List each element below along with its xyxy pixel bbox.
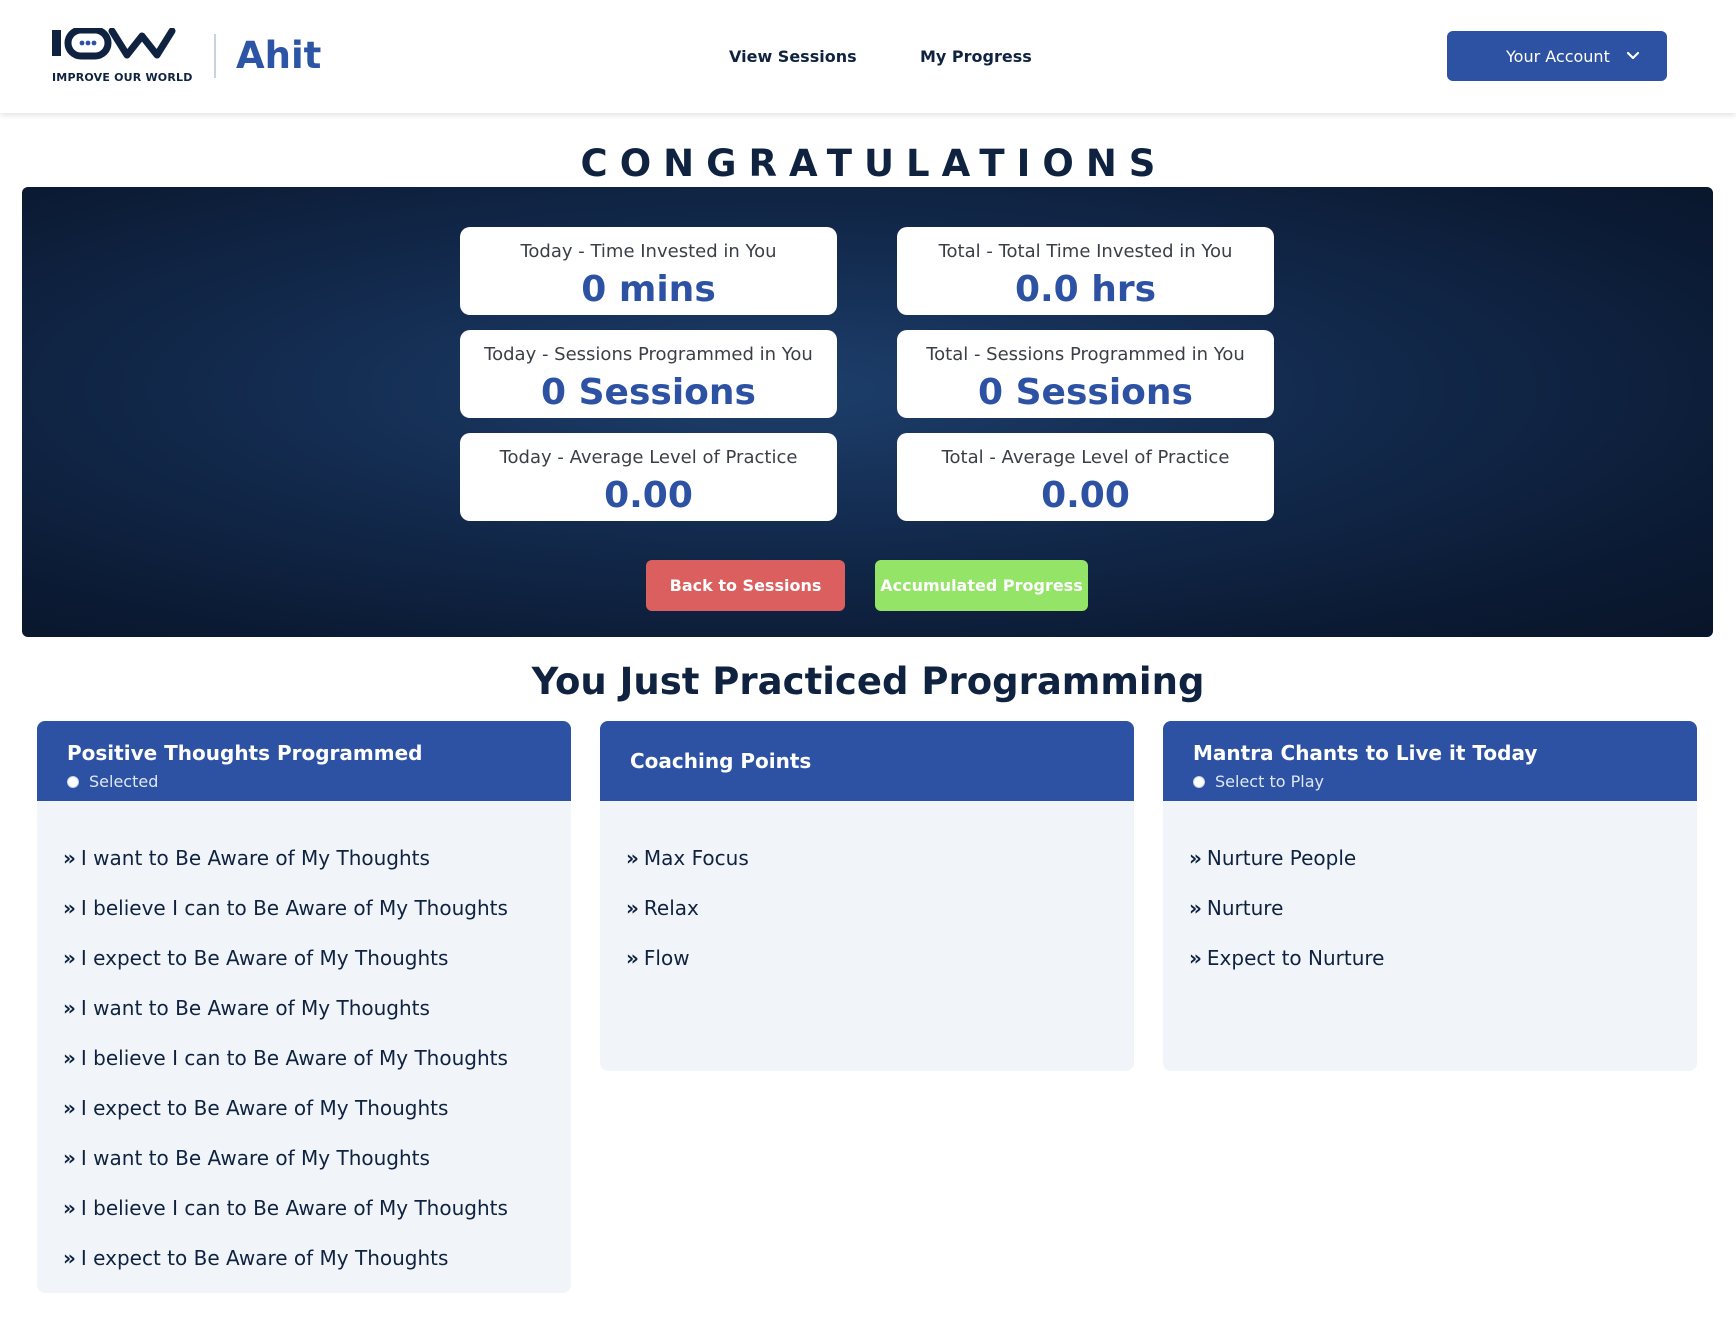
- stat-label: Today - Average Level of Practice: [499, 447, 798, 468]
- list-item: » I believe I can to Be Aware of My Thoug…: [63, 895, 571, 945]
- nav-my-progress[interactable]: My Progress: [920, 47, 1032, 66]
- mantra-chants-panel: Mantra Chants to Live it Today Select to…: [1163, 721, 1697, 1071]
- list-item: » I want to Be Aware of My Thoughts: [63, 845, 571, 895]
- bullet: »: [63, 1196, 76, 1220]
- panel-header: Positive Thoughts Programmed Selected: [37, 721, 571, 801]
- bullet: »: [63, 996, 76, 1020]
- list-item: » I believe I can to Be Aware of My Thoug…: [63, 1195, 571, 1245]
- stat-card-today-level: Today - Average Level of Practice 0.00: [460, 433, 837, 521]
- list-item: » Max Focus: [626, 845, 1134, 895]
- stat-label: Total - Total Time Invested in You: [938, 241, 1233, 262]
- stat-value: 0 Sessions: [541, 372, 756, 413]
- list-item-text: Max Focus: [643, 846, 749, 870]
- stat-card-total-level: Total - Average Level of Practice 0.00: [897, 433, 1274, 521]
- list-item: » I want to Be Aware of My Thoughts: [63, 995, 571, 1045]
- list-item[interactable]: » Nurture People: [1189, 845, 1697, 895]
- your-account-label: Your Account: [1506, 46, 1610, 66]
- list-item-text: Nurture: [1206, 896, 1284, 920]
- list-item: » I want to Be Aware of My Thoughts: [63, 1145, 571, 1195]
- mantra-list: » Nurture People » Nurture » Expect to Nurt…: [1163, 801, 1697, 995]
- nav-view-sessions[interactable]: View Sessions: [729, 47, 857, 66]
- list-item-text: Expect to Nurture: [1206, 946, 1385, 970]
- stat-label: Today - Sessions Programmed in You: [484, 344, 813, 365]
- radio-icon: [1193, 775, 1205, 788]
- panel-header: Mantra Chants to Live it Today Select to…: [1163, 721, 1697, 801]
- practice-title: You Just Practiced Programming: [531, 660, 1205, 703]
- congrats-title: CONGRATULATIONS: [580, 142, 1168, 185]
- list-item-text: I believe I can to Be Aware of My Though…: [80, 896, 508, 920]
- stat-label: Total - Average Level of Practice: [941, 447, 1230, 468]
- radio-label: Select to Play: [1215, 772, 1324, 791]
- list-item: » Relax: [626, 895, 1134, 945]
- bullet: »: [63, 1046, 76, 1070]
- back-to-sessions-button[interactable]: Back to Sessions: [646, 560, 845, 611]
- list-item: » I expect to Be Aware of My Thoughts: [63, 945, 571, 995]
- list-item-text: I believe I can to Be Aware of My Though…: [80, 1196, 508, 1220]
- list-item: » Flow: [626, 945, 1134, 995]
- stat-label: Today - Time Invested in You: [520, 241, 777, 262]
- select-to-play-radio[interactable]: Select to Play: [1193, 772, 1324, 791]
- list-item[interactable]: » Expect to Nurture: [1189, 945, 1697, 995]
- bullet: »: [1189, 946, 1202, 970]
- list-item-text: I want to Be Aware of My Thoughts: [80, 996, 430, 1020]
- bullet: »: [63, 1246, 76, 1270]
- iow-logo[interactable]: IMPROVE OUR WORLD: [52, 28, 194, 84]
- panel-title: Mantra Chants to Live it Today: [1193, 741, 1538, 765]
- list-item-text: I expect to Be Aware of My Thoughts: [80, 946, 449, 970]
- stat-card-total-sessions: Total - Sessions Programmed in You 0 Ses…: [897, 330, 1274, 418]
- radio-label: Selected: [89, 772, 159, 791]
- selected-radio[interactable]: Selected: [67, 772, 158, 791]
- bullet: »: [63, 896, 76, 920]
- stat-value: 0.00: [604, 475, 693, 516]
- list-item-text: I want to Be Aware of My Thoughts: [80, 1146, 430, 1170]
- your-account-button[interactable]: Your Account: [1447, 31, 1667, 81]
- thoughts-list: » I want to Be Aware of My Thoughts » I be…: [37, 801, 571, 1293]
- bullet: »: [626, 896, 639, 920]
- panel-title: Positive Thoughts Programmed: [67, 741, 423, 765]
- list-item-text: I expect to Be Aware of My Thoughts: [80, 1096, 449, 1120]
- bullet: »: [1189, 846, 1202, 870]
- accumulated-progress-button[interactable]: Accumulated Progress: [875, 560, 1088, 611]
- bullet: »: [63, 1096, 76, 1120]
- progress-summary-panel: Today - Time Invested in You 0 mins Tota…: [22, 187, 1713, 637]
- stat-label: Total - Sessions Programmed in You: [926, 344, 1245, 365]
- list-item: » I expect to Be Aware of My Thoughts: [63, 1245, 571, 1293]
- logo-tagline: IMPROVE OUR WORLD: [52, 71, 193, 84]
- stat-value: 0 mins: [581, 269, 716, 310]
- coaching-points-panel: Coaching Points » Max Focus » Relax » Flow: [600, 721, 1134, 1071]
- coaching-list: » Max Focus » Relax » Flow: [600, 801, 1134, 995]
- stat-value: 0.00: [1041, 475, 1130, 516]
- list-item-text: I believe I can to Be Aware of My Though…: [80, 1046, 508, 1070]
- stat-value: 0 Sessions: [978, 372, 1193, 413]
- stat-card-today-time: Today - Time Invested in You 0 mins: [460, 227, 837, 315]
- panel-title: Coaching Points: [630, 749, 812, 773]
- list-item-text: I expect to Be Aware of My Thoughts: [80, 1246, 449, 1270]
- list-item-text: Relax: [643, 896, 699, 920]
- list-item[interactable]: » Nurture: [1189, 895, 1697, 945]
- stat-value: 0.0 hrs: [1014, 269, 1157, 310]
- bullet: »: [63, 1146, 76, 1170]
- positive-thoughts-panel: Positive Thoughts Programmed Selected » I…: [37, 721, 571, 1293]
- bullet: »: [63, 946, 76, 970]
- bullet: »: [626, 946, 639, 970]
- chevron-down-icon: [1626, 51, 1640, 60]
- panel-header: Coaching Points: [600, 721, 1134, 801]
- top-header: IMPROVE OUR WORLD Ahit View Sessions My …: [0, 0, 1736, 113]
- logo-divider: [214, 34, 216, 78]
- bullet: »: [626, 846, 639, 870]
- stat-card-total-time: Total - Total Time Invested in You 0.0 h…: [897, 227, 1274, 315]
- iow-logo-mark: [52, 28, 176, 60]
- bullet: »: [63, 846, 76, 870]
- list-item: » I believe I can to Be Aware of My Thoug…: [63, 1045, 571, 1095]
- list-item-text: I want to Be Aware of My Thoughts: [80, 846, 430, 870]
- radio-icon: [67, 775, 79, 788]
- brand-name: Ahit: [236, 34, 322, 77]
- list-item-text: Flow: [643, 946, 690, 970]
- list-item: » I expect to Be Aware of My Thoughts: [63, 1095, 571, 1145]
- bullet: »: [1189, 896, 1202, 920]
- stat-card-today-sessions: Today - Sessions Programmed in You 0 Ses…: [460, 330, 837, 418]
- list-item-text: Nurture People: [1206, 846, 1357, 870]
